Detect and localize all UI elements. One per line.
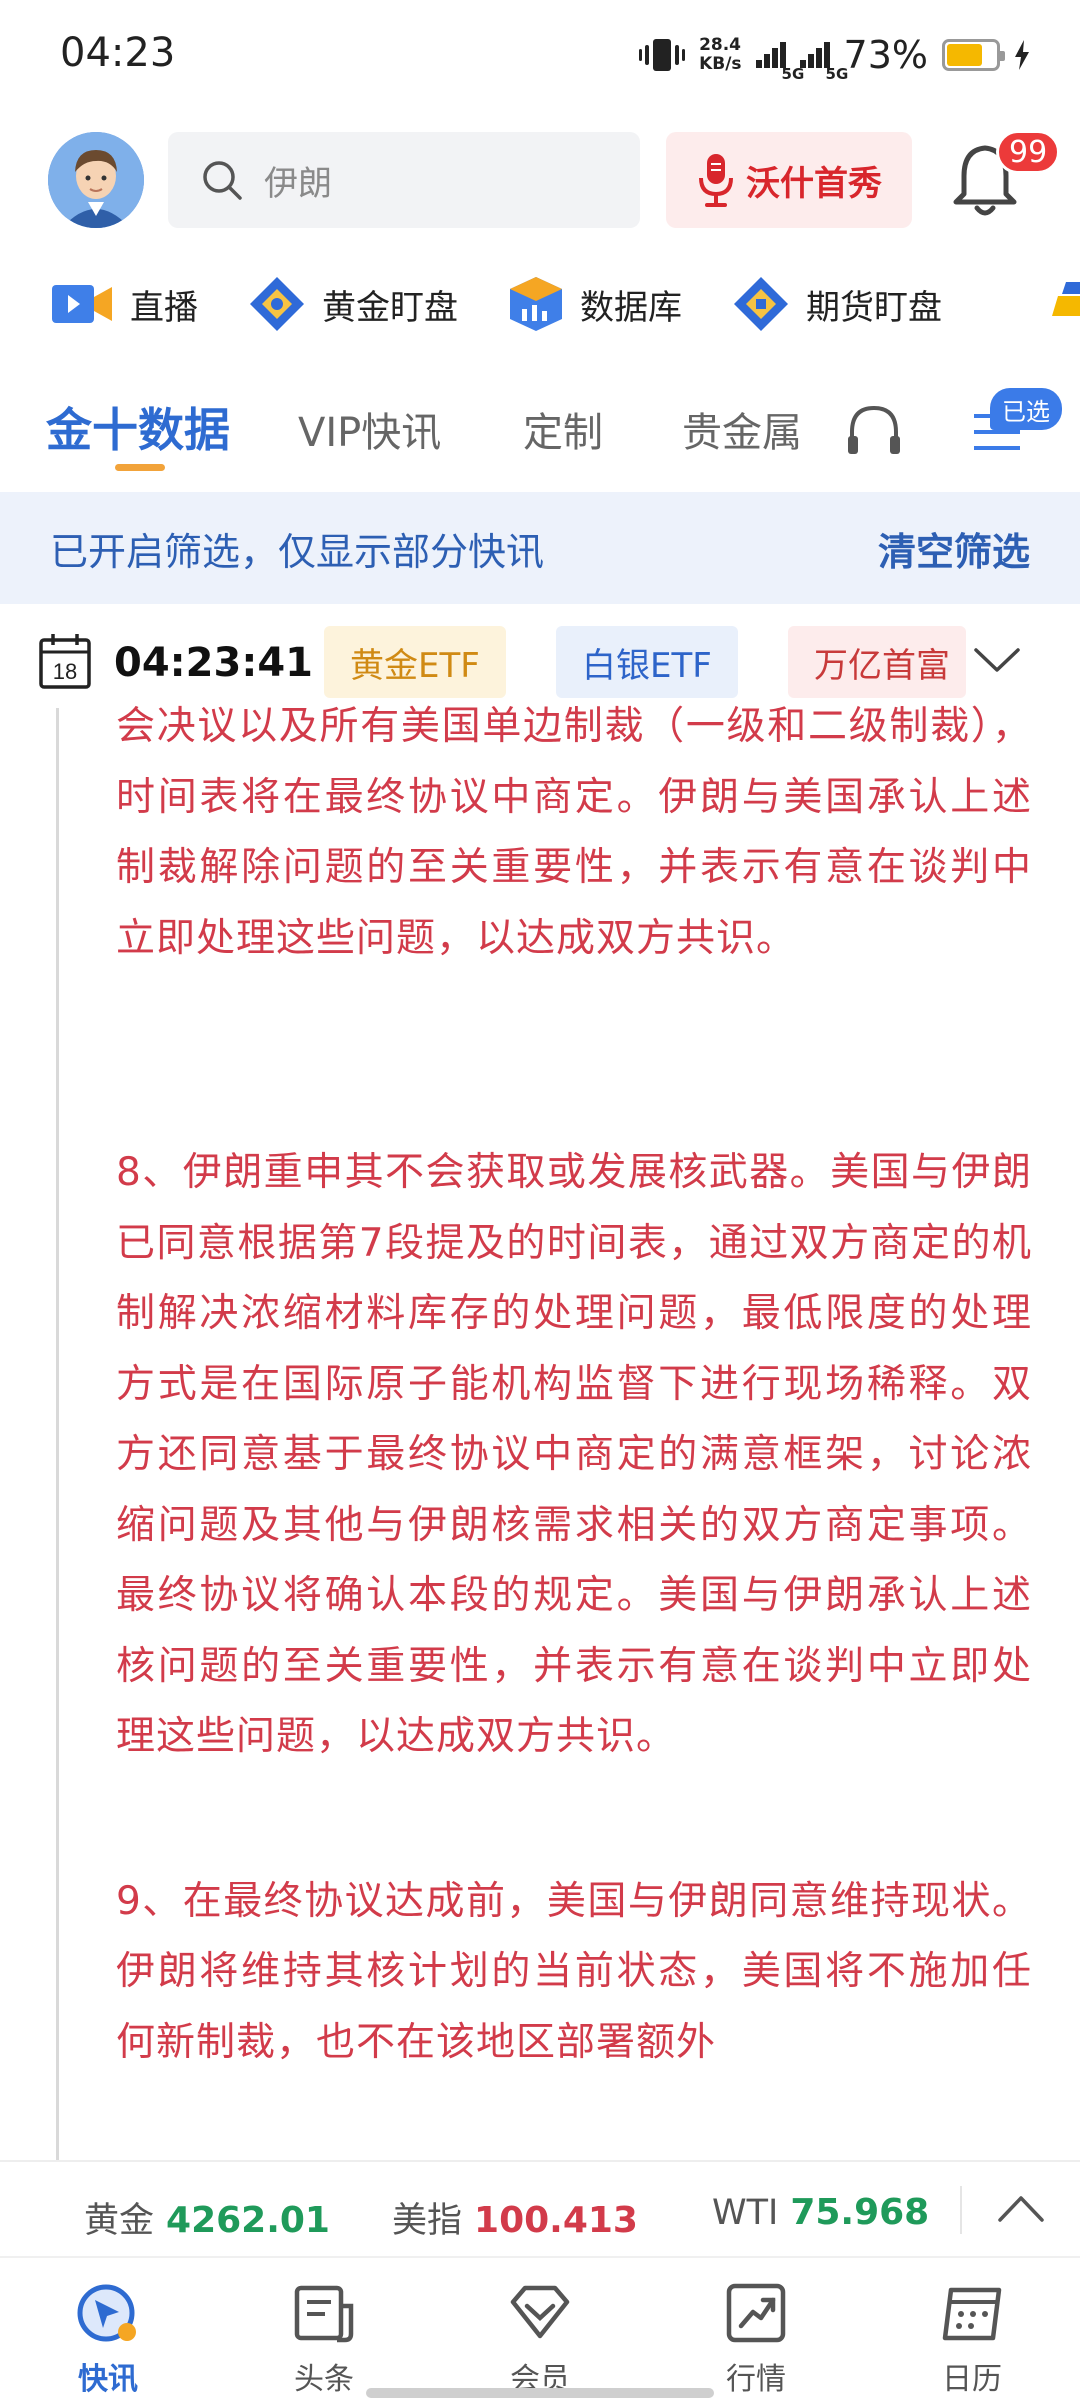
status-time: 04:23 [60, 30, 176, 76]
shortcut-label: 黄金盯盘 [322, 287, 458, 328]
ticker-value: 4262.01 [166, 2200, 330, 2241]
ticker-dollar-index[interactable]: 美指 100.413 [392, 2192, 638, 2243]
tab-custom[interactable]: 定制 [523, 400, 603, 458]
bottom-navigation: 快讯 头条 会员 行情 日历 [0, 2256, 1080, 2400]
shortcut-futures-watch[interactable]: 期货盯盘 [732, 275, 942, 333]
ticker-value: 75.968 [790, 2192, 930, 2233]
filter-banner: 已开启筛选，仅显示部分快讯 清空筛选 [0, 492, 1080, 604]
status-indicators: 28.4 KB/s 5G 5G 73% [639, 30, 1030, 83]
search-input[interactable]: 伊朗 [264, 156, 332, 205]
search-bar[interactable]: 伊朗 [168, 132, 640, 228]
shortcut-label: 直播 [130, 287, 198, 328]
shortcut-bar: 直播 黄金盯盘 数据库 期货盯盘 [0, 262, 1080, 346]
nav-headlines[interactable]: 头条 [244, 2278, 404, 2398]
chevron-down-icon[interactable] [972, 646, 1022, 676]
avatar[interactable] [48, 132, 144, 228]
nav-market[interactable]: 行情 [676, 2278, 836, 2398]
flash-news-icon [77, 2284, 136, 2342]
signal-icon: 5G [799, 42, 848, 83]
tag-gold-etf[interactable]: 黄金ETF [324, 626, 506, 698]
ticker-value: 100.413 [474, 2200, 638, 2241]
shortcut-gold-watch[interactable]: 黄金盯盘 [248, 275, 458, 333]
tab-vip-flash[interactable]: VIP快讯 [298, 400, 441, 458]
channel-tabs: 金十数据 VIP快讯 定制 贵金属 已选 [0, 380, 1080, 480]
calendar-icon [942, 2287, 1002, 2341]
battery-icon [942, 39, 1005, 71]
tab-jin10-data[interactable]: 金十数据 [46, 394, 230, 460]
shortcut-live[interactable]: 直播 [50, 280, 198, 329]
microphone-icon [699, 154, 733, 207]
tag-silver-etf[interactable]: 白银ETF [556, 626, 738, 698]
ticker-gold[interactable]: 黄金 4262.01 [84, 2192, 330, 2243]
selected-badge: 已选 [990, 388, 1062, 430]
chevron-up-icon[interactable] [996, 2192, 1046, 2226]
price-ticker[interactable]: 黄金 4262.01 美指 100.413 WTI 75.968 [0, 2160, 1080, 2256]
nav-flash-news[interactable]: 快讯 [28, 2278, 188, 2398]
status-bar: 04:23 28.4 KB/s 5G 5G 73% [0, 0, 1080, 110]
database-icon [510, 277, 562, 331]
article-paragraph: 9、在最终协议达成前，美国与伊朗同意维持现状。伊朗将维持其核计划的当前状态，美国… [116, 1878, 1032, 2065]
article-paragraph: 会决议以及所有美国单边制裁（一级和二级制裁），时间表将在最终协议中商定。伊朗与美… [116, 704, 1032, 961]
gold-watch-icon [250, 277, 304, 331]
calendar-icon: 18 [39, 634, 91, 689]
headset-icon[interactable] [844, 402, 904, 458]
ticker-wti[interactable]: WTI 75.968 [712, 2192, 929, 2233]
tab-precious-metals[interactable]: 贵金属 [682, 400, 802, 458]
news-article: 会决议以及所有美国单边制裁（一级和二级制裁），时间表将在最终协议中商定。伊朗与美… [116, 700, 1032, 2160]
charging-icon [1015, 40, 1029, 70]
nav-vip[interactable]: 会员 [460, 2278, 620, 2398]
promo-label: 沃什首秀 [746, 163, 882, 204]
calendar-day: 18 [53, 659, 77, 684]
video-camera-icon [52, 285, 112, 323]
news-timestamp: 04:23:41 [114, 640, 313, 686]
filter-message: 已开启筛选，仅显示部分快讯 [50, 529, 545, 574]
notification-badge: 99 [996, 130, 1061, 174]
search-icon [203, 161, 242, 200]
active-tab-indicator [115, 464, 165, 471]
vibrate-icon [639, 39, 686, 71]
shortcut-label: 期货盯盘 [806, 287, 942, 328]
vip-icon [510, 2285, 570, 2339]
market-icon [726, 2283, 786, 2343]
signal-icon: 5G [755, 42, 804, 83]
shortcut-label: 数据库 [580, 287, 682, 328]
nav-calendar[interactable]: 日历 [892, 2278, 1052, 2398]
ticker-divider [960, 2186, 962, 2234]
shortcut-database[interactable]: 数据库 [508, 275, 682, 333]
futures-watch-icon [734, 277, 788, 331]
clear-filter-button[interactable]: 清空筛选 [878, 521, 1030, 576]
news-header-row: 18 04:23:41 黄金ETF 白银ETF 万亿首富 [0, 618, 1080, 708]
gold-bar-icon[interactable] [1048, 276, 1080, 326]
promo-live-button[interactable]: 沃什首秀 [666, 132, 912, 228]
network-speed: 28.4 KB/s [699, 35, 742, 74]
article-paragraph: 8、伊朗重申其不会获取或发展核武器。美国与伊朗已同意根据第7段提及的时间表，通过… [116, 1150, 1032, 1759]
battery-level [947, 44, 982, 66]
headline-icon [294, 2285, 354, 2343]
user-avatar-icon [48, 132, 144, 228]
timeline-line [56, 708, 59, 2160]
home-indicator[interactable] [366, 2388, 714, 2398]
tag-trillion-richest[interactable]: 万亿首富 [788, 626, 966, 698]
